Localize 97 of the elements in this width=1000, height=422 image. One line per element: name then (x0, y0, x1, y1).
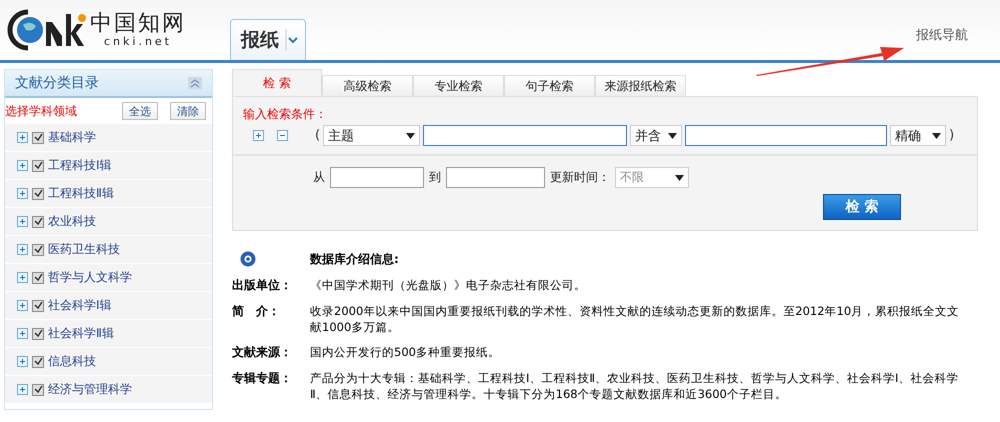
info-label: 专辑专题： (232, 370, 293, 387)
info-text: 《中国学术期刊（光盘版）》电子杂志社有限公司。 (310, 277, 587, 294)
field-select[interactable]: 主题 (323, 125, 420, 146)
category-label: 社会科学Ⅱ辑 (48, 325, 114, 342)
collapse-icon[interactable] (188, 77, 202, 89)
logo-subtitle: cnki.net (104, 34, 172, 48)
checkbox[interactable] (32, 272, 44, 284)
category-item[interactable]: 工程科技Ⅰ辑 (5, 152, 212, 180)
expand-icon[interactable] (17, 132, 28, 143)
dropdown-arrow-icon (675, 174, 684, 180)
search-tab[interactable]: 专业检索 (413, 75, 504, 96)
check-icon (34, 161, 42, 170)
keyword-input[interactable] (423, 125, 628, 146)
keyword-input[interactable] (685, 125, 888, 146)
category-label: 工程科技Ⅱ辑 (48, 185, 114, 202)
category-label: 经济与管理科学 (48, 381, 132, 398)
category-item[interactable]: 工程科技Ⅱ辑 (5, 180, 212, 208)
check-icon (34, 273, 42, 282)
remove-row-icon[interactable] (277, 130, 288, 141)
expand-icon[interactable] (17, 216, 28, 227)
search-tab[interactable]: 高级检索 (322, 75, 413, 96)
category-item[interactable]: 基础科学 (5, 124, 212, 152)
dropdown-arrow-icon (932, 132, 942, 138)
info-text: 产品分为十大专辑：基础科学、工程科技Ⅰ、工程科技Ⅱ、农业科技、医药卫生科技、哲学与人文科学、社会科学Ⅰ、社会科学Ⅱ、信息科技、经济与管理科学。十专辑下分为168个专题文献数据库和近3600个子栏目。 (310, 370, 960, 402)
info-label: 出版单位： (232, 277, 293, 294)
check-icon (34, 357, 42, 366)
category-item[interactable]: 哲学与人文科学 (5, 264, 212, 292)
expand-icon[interactable] (17, 188, 28, 199)
match-select[interactable]: 精确 (890, 125, 946, 146)
update-time-label: 更新时间： (550, 169, 610, 186)
checkbox[interactable] (32, 300, 44, 312)
checkbox[interactable] (32, 216, 44, 228)
expand-icon[interactable] (17, 384, 28, 395)
checkbox[interactable] (32, 132, 44, 144)
logo-title: 中国知网 (90, 12, 186, 34)
checkbox[interactable] (32, 160, 44, 172)
checkbox[interactable] (32, 384, 44, 396)
category-label: 社会科学Ⅰ辑 (48, 297, 112, 314)
chevron-down-icon (285, 29, 299, 51)
search-tab[interactable]: 来源报纸检索 (595, 75, 686, 96)
sidebar-title: 文献分类目录 (15, 74, 99, 92)
search-tab[interactable]: 检 索 (232, 69, 322, 96)
close-paren: ) (949, 128, 954, 143)
category-item[interactable]: 农业科技 (5, 208, 212, 236)
condition-label: 输入检索条件： (243, 107, 327, 121)
category-label: 基础科学 (48, 129, 96, 146)
check-icon (34, 245, 42, 254)
search-button[interactable]: 检 索 (823, 194, 901, 220)
database-dropdown[interactable]: 报纸 (230, 19, 306, 60)
check-icon (34, 301, 42, 310)
check-icon (34, 133, 42, 142)
category-label: 医药卫生科技 (48, 241, 120, 258)
checkbox[interactable] (32, 188, 44, 200)
select-all-button[interactable]: 全选 (122, 102, 158, 120)
checkbox[interactable] (32, 328, 44, 340)
dropdown-arrow-icon (406, 132, 416, 138)
expand-icon[interactable] (17, 244, 28, 255)
subject-area-label: 选择学科领域 (5, 102, 78, 120)
logic-select[interactable]: 并含 (630, 125, 682, 146)
category-item[interactable]: 社会科学Ⅰ辑 (5, 292, 212, 320)
check-icon (34, 329, 42, 338)
info-text: 收录2000年以来中国国内重要报纸刊载的学术性、资料性文献的连续动态更新的数据库。至2012年10月，累积报纸全文文献1000多万篇。 (310, 303, 960, 335)
from-label: 从 (313, 169, 325, 186)
checkbox[interactable] (32, 356, 44, 368)
expand-icon[interactable] (17, 356, 28, 367)
globe-logo-icon (6, 8, 86, 52)
category-label: 信息科技 (48, 353, 96, 370)
date-input[interactable] (330, 167, 424, 188)
date-input[interactable] (446, 167, 545, 188)
info-label: 文献来源： (232, 344, 293, 361)
category-label: 工程科技Ⅰ辑 (48, 157, 112, 174)
info-icon (240, 251, 256, 267)
category-item[interactable]: 医药卫生科技 (5, 236, 212, 264)
check-icon (34, 189, 42, 198)
category-item[interactable]: 社会科学Ⅱ辑 (5, 320, 212, 348)
search-tab[interactable]: 句子检索 (504, 75, 595, 96)
category-item[interactable]: 经济与管理科学 (5, 376, 212, 404)
expand-icon[interactable] (17, 328, 28, 339)
add-row-icon[interactable] (253, 130, 264, 141)
check-icon (34, 217, 42, 226)
expand-icon[interactable] (17, 300, 28, 311)
newspaper-nav-link[interactable]: 报纸导航 (916, 26, 968, 44)
check-icon (34, 385, 42, 394)
clear-button[interactable]: 清除 (170, 102, 206, 120)
checkbox[interactable] (32, 244, 44, 256)
category-label: 哲学与人文科学 (48, 269, 132, 286)
update-time-select[interactable]: 不限 (615, 167, 689, 188)
category-item[interactable]: 信息科技 (5, 348, 212, 376)
expand-icon[interactable] (17, 272, 28, 283)
info-label: 简 介： (232, 303, 281, 320)
info-text: 国内公开发行的500多种重要报纸。 (310, 344, 501, 361)
dropdown-arrow-icon (668, 132, 678, 138)
expand-icon[interactable] (17, 160, 28, 171)
to-label: 到 (429, 169, 441, 186)
open-paren: ( (315, 128, 320, 143)
info-title: 数据库介绍信息: (310, 251, 400, 268)
category-label: 农业科技 (48, 213, 96, 230)
